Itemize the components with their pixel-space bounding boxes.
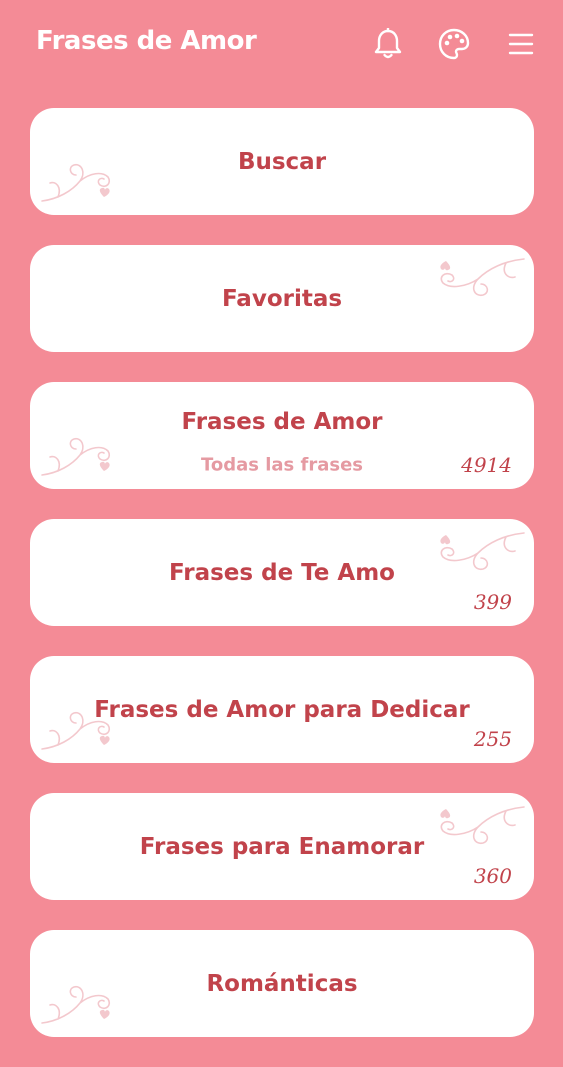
phrase-count: 360: [473, 864, 512, 888]
card-frases-de-amor-para-dedicar[interactable]: Frases de Amor para Dedicar 255: [30, 656, 534, 763]
card-title: Frases de Te Amo: [169, 559, 395, 586]
card-romanticas[interactable]: Románticas: [30, 930, 534, 1037]
card-favoritas[interactable]: Favoritas: [30, 245, 534, 352]
theme-button[interactable]: [437, 26, 471, 62]
card-buscar[interactable]: Buscar: [30, 108, 534, 215]
card-frases-de-amor[interactable]: Frases de Amor Todas las frases 4914: [30, 382, 534, 489]
phrase-count: 399: [473, 590, 512, 614]
card-title: Frases de Amor: [181, 409, 383, 435]
card-title: Frases para Enamorar: [139, 833, 425, 860]
card-title: Favoritas: [221, 285, 343, 312]
card-subtitle: Todas las frases: [200, 454, 364, 476]
card-frases-de-te-amo[interactable]: Frases de Te Amo 399: [30, 519, 534, 626]
menu-button[interactable]: [504, 26, 538, 62]
menu-icon: [508, 31, 534, 57]
phrase-count: 4914: [461, 453, 512, 477]
bell-icon: [373, 28, 403, 60]
card-title: Románticas: [206, 970, 358, 997]
app-title: Frases de Amor: [36, 26, 257, 56]
card-frases-para-enamorar[interactable]: Frases para Enamorar 360: [30, 793, 534, 900]
card-title: Frases de Amor para Dedicar: [94, 696, 470, 723]
phrase-count: 255: [473, 727, 512, 751]
notifications-button[interactable]: [371, 26, 405, 62]
card-title: Buscar: [237, 148, 327, 175]
palette-icon: [438, 28, 470, 60]
category-list: Buscar Favoritas Frases de Amor Todas la…: [30, 108, 534, 1067]
app-header: Frases de Amor: [0, 0, 563, 90]
